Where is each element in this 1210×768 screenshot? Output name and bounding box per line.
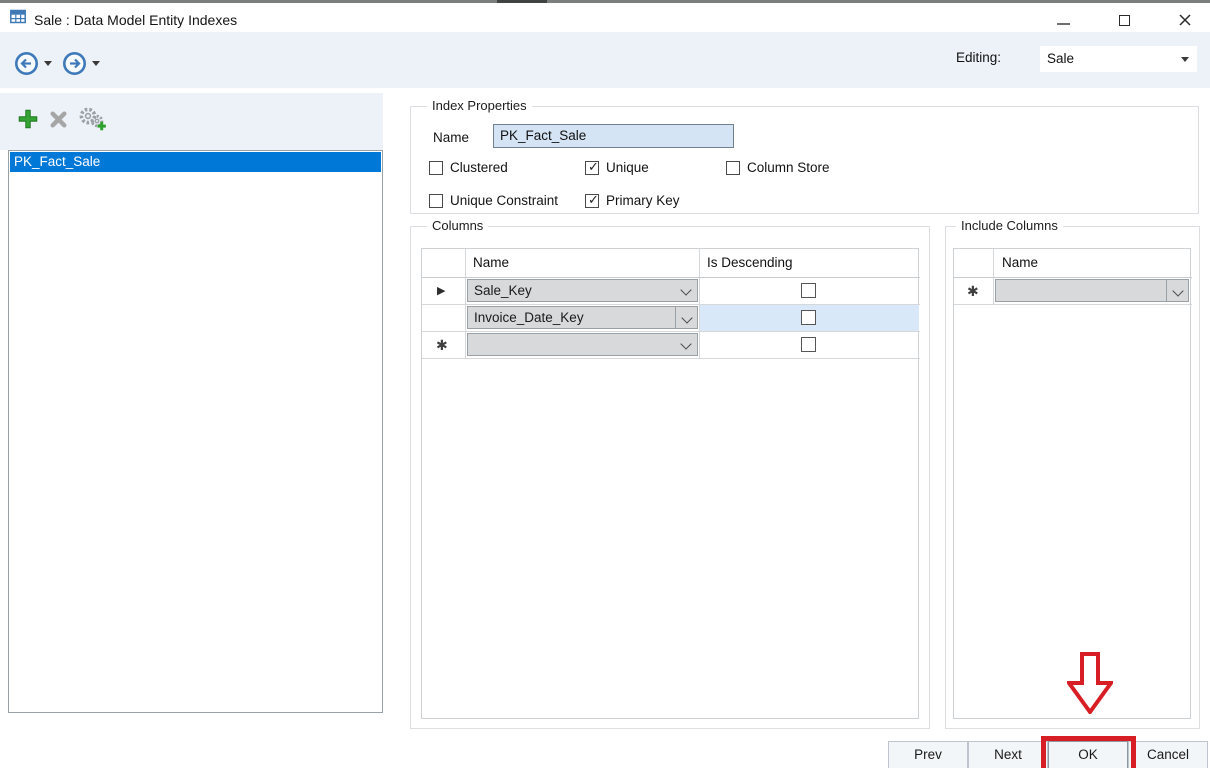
grid-line (954, 277, 1192, 278)
columns-grid: Name Is Descending ▶ Sale_Key Invoice_Da… (421, 248, 919, 719)
primary-key-label: Primary Key (606, 193, 680, 208)
columns-group: Columns Name Is Descending ▶ Sale_Key (410, 226, 930, 729)
index-properties-legend: Index Properties (427, 98, 532, 113)
editing-entity-value: Sale (1047, 51, 1074, 66)
column-store-label: Column Store (747, 160, 830, 175)
maximize-icon (1119, 15, 1130, 26)
checkbox-mark: ✓ (588, 192, 599, 208)
table-grid-icon (10, 9, 26, 25)
is-descending-checkbox-row2[interactable] (801, 310, 816, 325)
add-index-button[interactable] (16, 107, 40, 131)
list-item-label: PK_Fact_Sale (14, 154, 100, 169)
minimize-button[interactable] (1048, 6, 1078, 32)
title-bar: Sale : Data Model Entity Indexes (0, 3, 1210, 32)
clustered-label: Clustered (450, 160, 508, 175)
forward-dropdown-caret-icon[interactable] (92, 61, 100, 66)
new-row-icon: ✱ (967, 283, 979, 300)
gear-add-plus-icon (98, 122, 106, 130)
combo-chevron-button[interactable] (675, 307, 697, 328)
name-label: Name (433, 130, 469, 145)
index-name-value: PK_Fact_Sale (500, 128, 586, 143)
dropdown-caret-icon (1181, 57, 1189, 62)
checkbox-box (429, 161, 443, 175)
include-header-name[interactable]: Name (1002, 255, 1038, 270)
list-item-selected[interactable]: PK_Fact_Sale (10, 152, 381, 172)
maximize-button[interactable] (1110, 6, 1140, 32)
grid-line (422, 331, 920, 332)
combo-value: Sale_Key (474, 283, 532, 298)
index-list-toolbar (0, 93, 383, 150)
editing-label: Editing: (956, 50, 1001, 65)
checkbox-box: ✓ (585, 194, 599, 208)
combo-chevron-button[interactable] (1166, 280, 1188, 301)
red-down-arrow-annotation (1067, 652, 1113, 714)
combo-value: Invoice_Date_Key (474, 310, 584, 325)
column-header-name[interactable]: Name (473, 255, 509, 270)
unique-label: Unique (606, 160, 649, 175)
close-button[interactable] (1170, 6, 1200, 32)
checkbox-box (429, 194, 443, 208)
delete-index-button[interactable] (49, 110, 68, 129)
back-button[interactable] (14, 51, 39, 76)
index-listbox[interactable]: PK_Fact_Sale (8, 150, 383, 713)
column-name-combo-newrow[interactable] (467, 333, 698, 356)
column-name-combo-row2[interactable]: Invoice_Date_Key (467, 306, 698, 329)
red-rectangle-annotation (1041, 736, 1136, 768)
grid-line (422, 277, 920, 278)
dialog-window: Sale : Data Model Entity Indexes Editing… (0, 0, 1210, 768)
column-header-is-descending[interactable]: Is Descending (707, 255, 793, 270)
navigation-toolbar: Editing: Sale (0, 32, 1210, 88)
is-descending-checkbox-newrow[interactable] (801, 337, 816, 352)
next-button[interactable]: Next (968, 741, 1048, 768)
prev-button[interactable]: Prev (888, 741, 968, 768)
checkbox-box (726, 161, 740, 175)
checkbox-box: ✓ (585, 161, 599, 175)
unique-constraint-label: Unique Constraint (450, 193, 558, 208)
include-column-combo-newrow[interactable] (995, 279, 1189, 302)
is-descending-checkbox-row1[interactable] (801, 283, 816, 298)
back-dropdown-caret-icon[interactable] (44, 61, 52, 66)
column-name-combo-row1[interactable]: Sale_Key (467, 279, 698, 302)
forward-button[interactable] (62, 51, 87, 76)
grid-line (422, 358, 920, 359)
minimize-icon (1057, 23, 1070, 25)
combo-chevron-icon (1172, 285, 1183, 296)
columns-legend: Columns (427, 218, 488, 233)
combo-chevron-icon (681, 312, 692, 323)
include-columns-grid: Name ✱ (953, 248, 1191, 719)
index-properties-group: Index Properties Name PK_Fact_Sale Clust… (410, 106, 1199, 214)
cancel-button[interactable]: Cancel (1128, 741, 1208, 768)
close-icon (1178, 13, 1192, 27)
window-title: Sale : Data Model Entity Indexes (34, 12, 237, 28)
checkbox-mark: ✓ (588, 159, 599, 175)
editing-entity-combobox[interactable]: Sale (1040, 46, 1197, 72)
combo-chevron-icon (680, 338, 691, 349)
include-columns-legend: Include Columns (956, 218, 1063, 233)
new-row-icon: ✱ (436, 337, 448, 354)
combo-chevron-icon (680, 284, 691, 295)
generate-indexes-button[interactable] (77, 105, 107, 133)
grid-line (954, 304, 1192, 305)
current-row-icon: ▶ (437, 284, 445, 297)
index-name-input[interactable]: PK_Fact_Sale (493, 124, 734, 148)
